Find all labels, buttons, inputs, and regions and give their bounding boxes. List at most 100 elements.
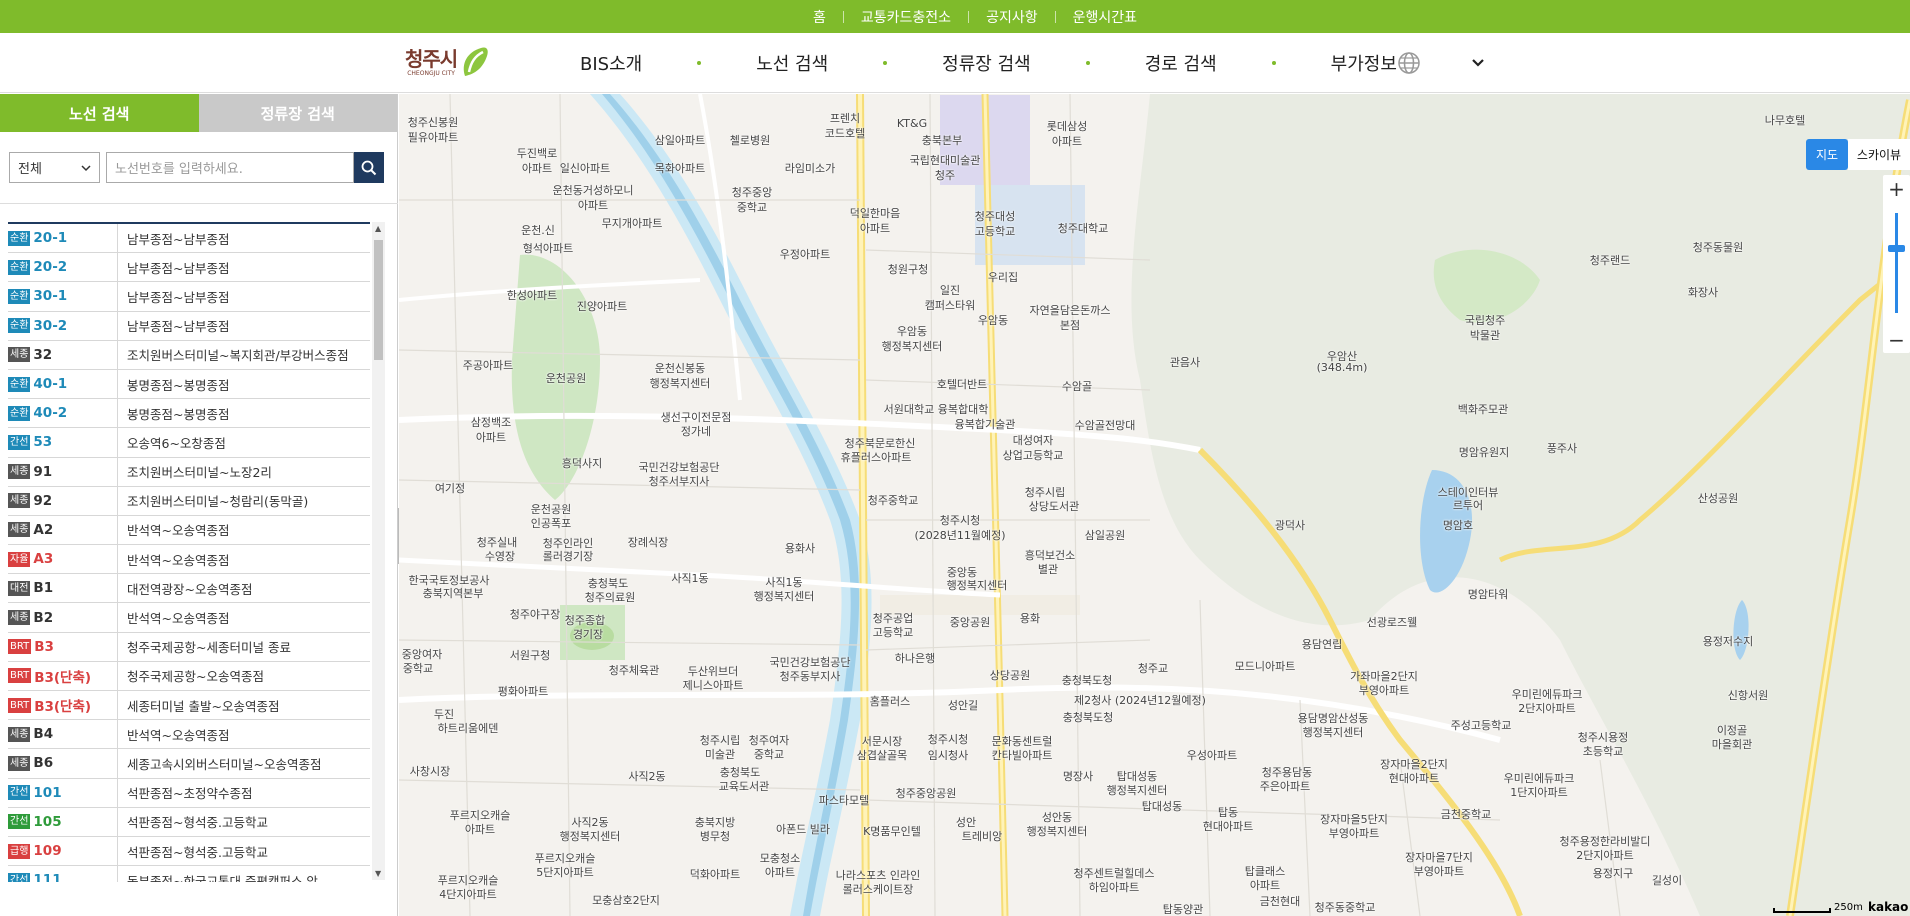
map-place-label[interactable]: 관음사 (1170, 354, 1200, 370)
map-place-label[interactable]: 성안길 (948, 697, 978, 713)
map-place-label[interactable]: 주은아파트 (1260, 778, 1311, 794)
map-place-label[interactable]: 청주대성 (975, 208, 1015, 224)
map-place-label[interactable]: 롯데삼성 (1047, 118, 1087, 134)
map-place-label[interactable]: 국립현대미술관 (910, 152, 981, 168)
map-place-label[interactable]: 청주서부지사 (649, 473, 710, 489)
map-place-label[interactable]: 호텔더반트 (937, 376, 988, 392)
map-place-label[interactable]: 충북본부 (922, 132, 962, 148)
route-number[interactable]: 20-1 (33, 230, 67, 246)
skyview-mode-button[interactable]: 스카이뷰 (1848, 139, 1910, 170)
table-row[interactable]: 세종 32 조치원버스터미널~복지회관/부강버스종점 (8, 340, 370, 370)
map-place-label[interactable]: 흥덕사지 (562, 455, 602, 471)
route-number[interactable]: B4 (33, 726, 53, 742)
map-place-label[interactable]: 탑동양관 (1163, 901, 1203, 916)
map-place-label[interactable]: 홈플러스 (870, 693, 910, 709)
map-place-label[interactable]: 행정복지센터 (1027, 823, 1088, 839)
map-place-label[interactable]: 행정복지센터 (1107, 782, 1168, 798)
map-place-label[interactable]: 고등학교 (873, 624, 913, 640)
scroll-down-icon[interactable]: ▼ (375, 869, 381, 878)
map-place-label[interactable]: 마을회관 (1712, 736, 1752, 752)
map-place-label[interactable]: 청주야구장 (510, 606, 561, 622)
map-place-label[interactable]: 부영아파트 (1329, 825, 1380, 841)
route-description[interactable]: 세종고속시외버스터미널~오송역종점 (118, 754, 370, 773)
map-place-label[interactable]: 제2청사 (2024년12월예정) (1074, 692, 1206, 708)
map-place-label[interactable]: 1단지아파트 (1510, 784, 1568, 800)
map-place-label[interactable]: 우암동 (897, 323, 927, 339)
map-place-label[interactable]: 나무호텔 (1765, 112, 1805, 128)
map-place-label[interactable]: 일신아파트 (560, 160, 611, 176)
map-place-label[interactable]: 청주중앙 (732, 184, 772, 200)
route-description[interactable]: 석판종점~초정약수종점 (118, 783, 370, 802)
table-row[interactable]: 대전 B1 대전역광장~오송역종점 (8, 574, 370, 604)
nav-path-search[interactable]: 경로 검색 (1145, 50, 1217, 76)
map-place-label[interactable]: (348.4m) (1317, 361, 1368, 374)
map-place-label[interactable]: 하나은행 (895, 650, 935, 666)
map-place-label[interactable]: 용화사 (785, 540, 815, 556)
route-number[interactable]: 53 (33, 434, 52, 450)
nav-stop-search[interactable]: 정류장 검색 (942, 50, 1031, 76)
route-number[interactable]: 20-2 (33, 259, 67, 275)
route-number[interactable]: 32 (33, 347, 52, 363)
map-place-label[interactable]: 청주중학교 (868, 492, 919, 508)
nav-bis-intro[interactable]: BIS소개 (580, 50, 642, 76)
table-row[interactable]: 자율 A3 반석역~오송역종점 (8, 545, 370, 575)
map-place-label[interactable]: 파스타모텔 (819, 792, 870, 808)
map-place-label[interactable]: 청주동부지사 (780, 668, 841, 684)
map-place-label[interactable]: 수암골 (1062, 378, 1092, 394)
map-place-label[interactable]: 필유아파트 (408, 129, 459, 145)
route-description[interactable]: 남부종점~남부종점 (118, 229, 370, 248)
route-description[interactable]: 석판종점~형석중.고등학교 (118, 842, 370, 861)
map-place-label[interactable]: 수암골전망대 (1075, 417, 1136, 433)
map-place-label[interactable]: 백화주모관 (1458, 401, 1509, 417)
map-place-label[interactable]: 행정복지센터 (560, 828, 621, 844)
map-place-label[interactable]: 행정복지센터 (947, 577, 1008, 593)
map-place-label[interactable]: 4단지아파트 (439, 886, 497, 902)
map-place-label[interactable]: 행정복지센터 (882, 338, 943, 354)
map-place-label[interactable]: 화장사 (1688, 284, 1718, 300)
map-place-label[interactable]: 국립청주 (1465, 312, 1505, 328)
map-place-label[interactable]: 충청북도청 (1062, 672, 1113, 688)
scroll-up-icon[interactable]: ▲ (375, 224, 381, 233)
route-description[interactable]: 세종터미널 출발~오송역종점 (118, 696, 370, 715)
map-place-label[interactable]: 용화 (1020, 610, 1040, 626)
map-place-label[interactable]: 명암유원지 (1459, 444, 1510, 460)
map-place-label[interactable]: 장례식장 (628, 534, 668, 550)
map-place-label[interactable]: 르투어 (1453, 497, 1483, 513)
zoom-in-button[interactable]: + (1883, 175, 1910, 202)
map-place-label[interactable]: 주공아파트 (463, 357, 514, 373)
map-place-label[interactable]: 인공폭포 (531, 515, 571, 531)
table-row[interactable]: 세종 A2 반석역~오송역종점 (8, 515, 370, 546)
map-place-label[interactable]: 운천.신 (521, 222, 555, 238)
map-place-label[interactable]: 교육도서관 (719, 778, 770, 794)
route-number[interactable]: A3 (33, 551, 53, 567)
zoom-slider-track[interactable] (1895, 213, 1898, 313)
route-description[interactable]: 반석역~오송역종점 (118, 725, 370, 744)
route-number[interactable]: 30-1 (33, 288, 67, 304)
route-number[interactable]: 30-2 (33, 318, 67, 334)
route-list-scrollbar[interactable]: ▲ ▼ (372, 222, 385, 880)
map-place-label[interactable]: 진양아파트 (577, 298, 628, 314)
route-description[interactable]: 반석역~오송역종점 (118, 550, 370, 569)
map-place-label[interactable]: 우리집 (988, 269, 1018, 285)
map-place-label[interactable]: 무지개아파트 (602, 215, 663, 231)
route-number[interactable]: B3 (34, 639, 54, 655)
route-description[interactable]: 조치원버스터미널~복지회관/부강버스종점 (118, 345, 370, 364)
map-place-label[interactable]: 본점 (1060, 317, 1080, 333)
map-place-label[interactable]: 아파트 (522, 160, 552, 176)
route-number[interactable]: B6 (33, 755, 53, 771)
table-row[interactable]: 간선 101 석판종점~초정약수종점 (8, 778, 370, 808)
map-place-label[interactable]: 운천동거성하모니 (553, 182, 634, 198)
map-place-label[interactable]: 용정지구 (1593, 865, 1633, 881)
table-row[interactable]: 순환 40-1 봉명종점~봉명종점 (8, 369, 370, 400)
table-row[interactable]: 세종 92 조치원버스터미널~청람리(동막골) (8, 486, 370, 516)
map-place-label[interactable]: 자연을담은돈까스 (1030, 302, 1111, 318)
map-place-label[interactable]: 행정복지센터 (650, 375, 711, 391)
notice-link[interactable]: 공지사항 (969, 7, 1055, 27)
map-place-label[interactable]: KT&G (897, 117, 927, 130)
map-place-label[interactable]: 사직2동 (628, 768, 665, 784)
map-place-label[interactable]: 우정아파트 (780, 246, 831, 262)
map-place-label[interactable]: 목화아파트 (655, 160, 706, 176)
globe-icon[interactable] (1397, 51, 1421, 75)
table-row[interactable]: 순환 30-2 남부종점~남부종점 (8, 311, 370, 341)
table-row[interactable]: 세종 B2 반석역~오송역종점 (8, 603, 370, 633)
